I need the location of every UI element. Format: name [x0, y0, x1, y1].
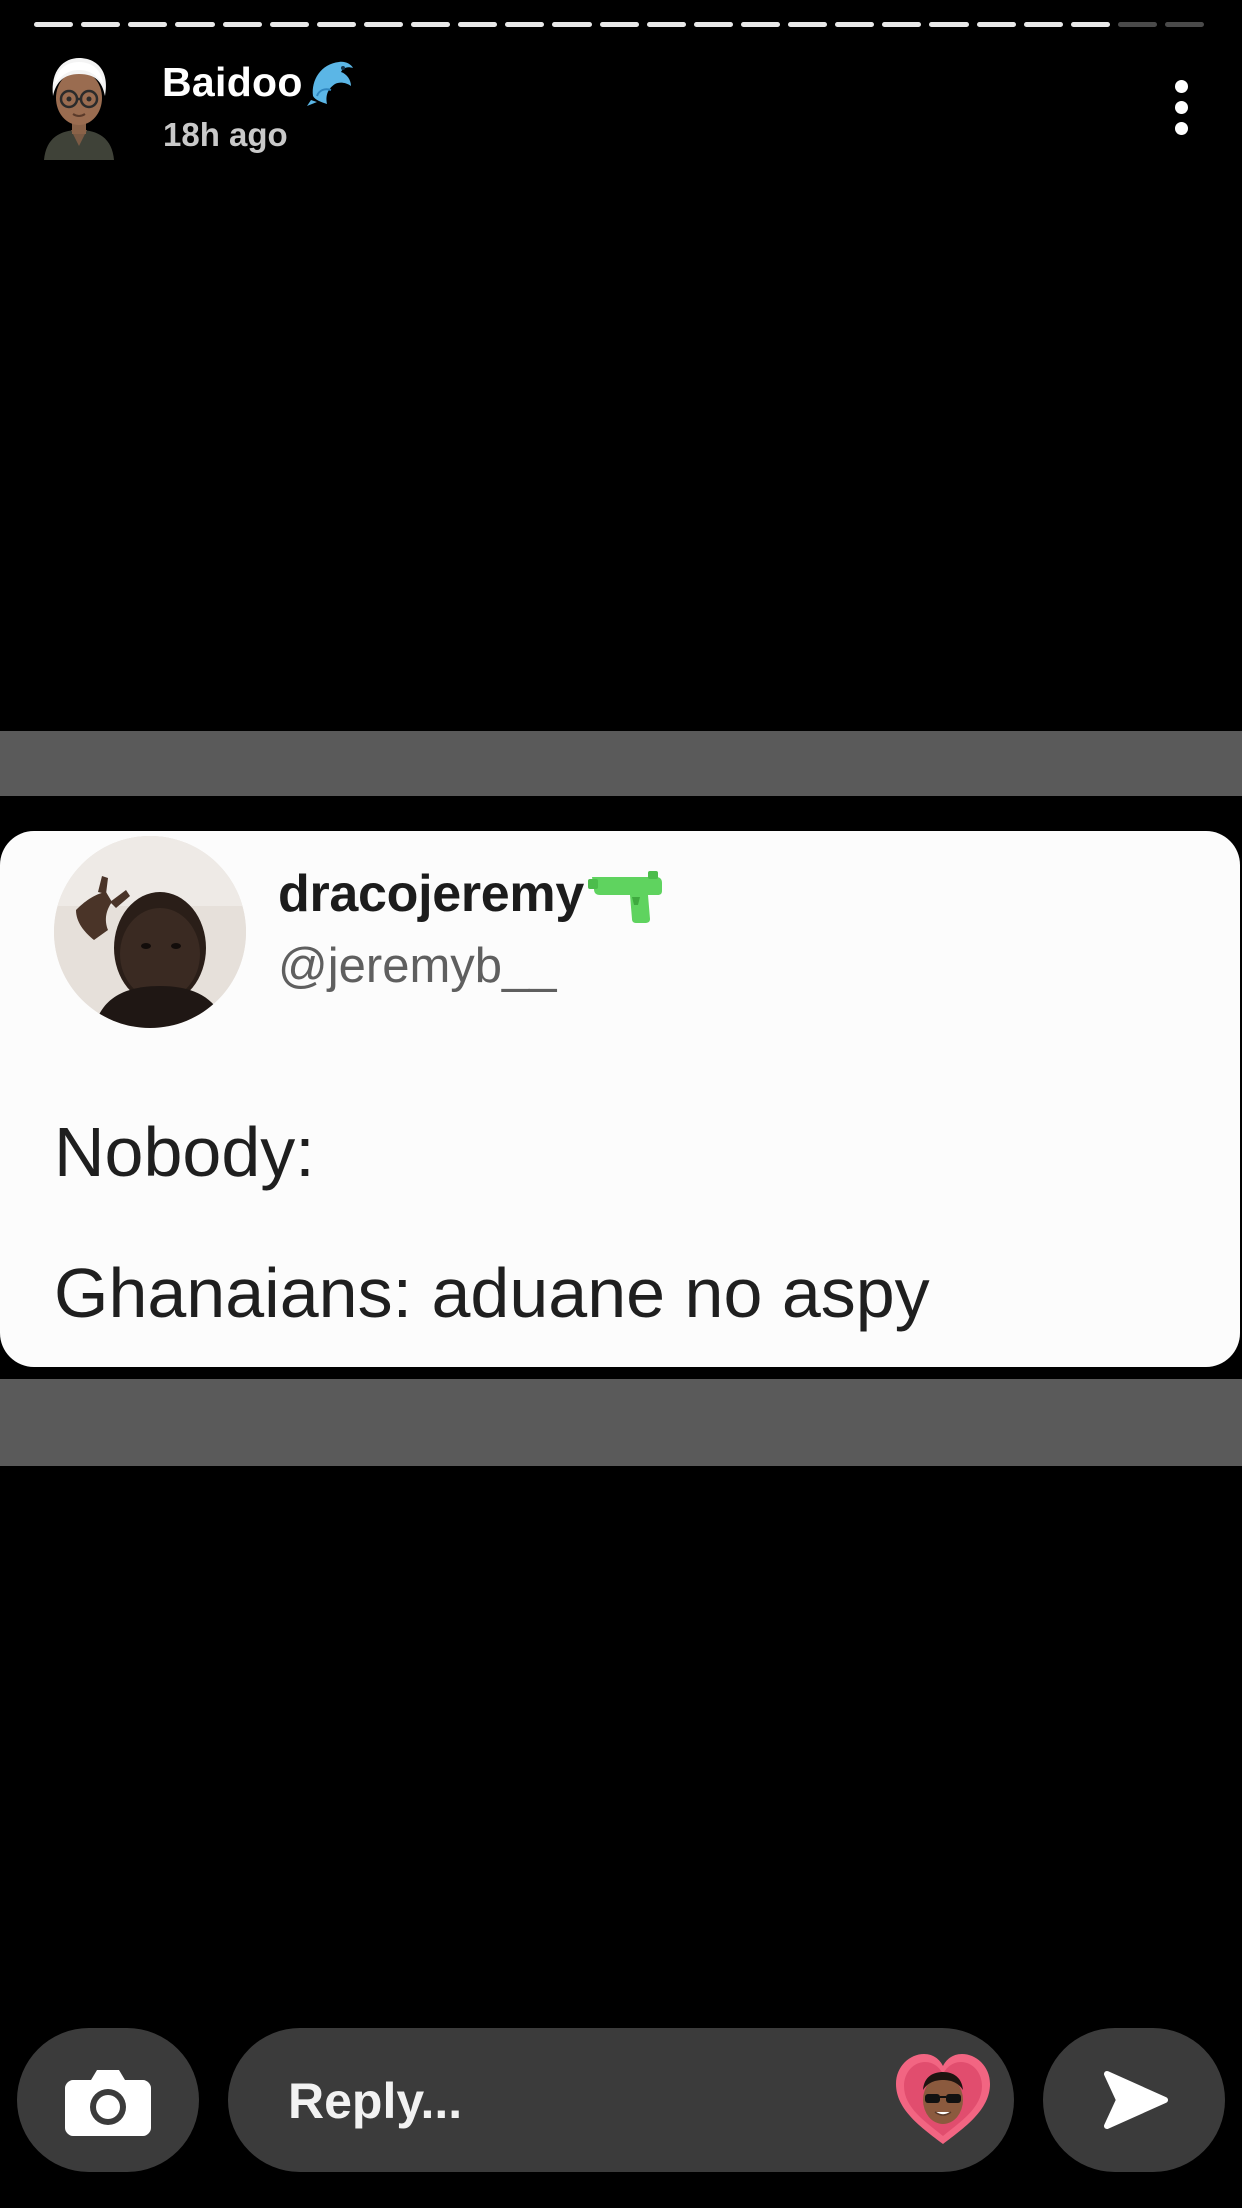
progress-segment	[81, 22, 121, 27]
tweet-handle: @jeremyb__	[278, 939, 557, 993]
progress-segment	[363, 22, 403, 27]
dolphin-icon	[306, 56, 357, 108]
progress-segment	[693, 22, 733, 27]
progress-segment	[458, 22, 498, 27]
progress-segment	[175, 22, 215, 27]
progress-segment	[316, 22, 356, 27]
progress-segment	[552, 22, 592, 27]
more-vertical-icon	[1175, 80, 1188, 93]
more-vertical-icon-dot	[1175, 122, 1188, 135]
progress-segment	[646, 22, 686, 27]
progress-segment	[1117, 22, 1157, 27]
progress-segment	[1165, 22, 1205, 27]
progress-segment	[1023, 22, 1063, 27]
camera-icon	[65, 2070, 151, 2136]
tweet-display-name: dracojeremy	[278, 863, 668, 925]
water-pistol-icon	[587, 869, 668, 925]
send-arrow-icon	[1104, 2071, 1168, 2129]
more-vertical-icon-dot	[1175, 101, 1188, 114]
progress-segment	[1070, 22, 1110, 27]
heart-bitmoji-icon[interactable]	[892, 2050, 994, 2148]
media-letterbox-bottom	[0, 1379, 1242, 1466]
tweet-display-name-text: dracojeremy	[278, 865, 584, 923]
bitmoji-avatar-icon	[44, 58, 114, 160]
progress-segment	[222, 22, 262, 27]
progress-segment	[976, 22, 1016, 27]
tweet-author-photo	[54, 836, 246, 1028]
user-name-text: Baidoo	[162, 58, 303, 105]
story-user-name[interactable]: Baidoo	[162, 56, 357, 108]
progress-segment	[505, 22, 545, 27]
story-progress-bar	[34, 22, 1205, 27]
progress-segment	[835, 22, 875, 27]
progress-segment	[929, 22, 969, 27]
reply-input[interactable]: Reply...	[228, 2028, 1014, 2172]
tweet-text-line: Ghanaians: aduane no aspy	[54, 1254, 930, 1332]
reply-placeholder: Reply...	[288, 2073, 463, 2129]
camera-button[interactable]	[17, 2028, 199, 2172]
tweet-text-line: Nobody:	[54, 1113, 315, 1191]
progress-segment	[882, 22, 922, 27]
story-timestamp: 18h ago	[163, 116, 288, 153]
progress-segment	[411, 22, 451, 27]
progress-segment	[269, 22, 309, 27]
progress-segment	[34, 22, 74, 27]
more-options-button[interactable]	[1160, 74, 1204, 140]
user-avatar[interactable]	[38, 52, 120, 160]
media-letterbox-top	[0, 731, 1242, 796]
progress-segment	[128, 22, 168, 27]
send-button[interactable]	[1043, 2028, 1225, 2172]
progress-segment	[599, 22, 639, 27]
progress-segment	[788, 22, 828, 27]
progress-segment	[740, 22, 780, 27]
